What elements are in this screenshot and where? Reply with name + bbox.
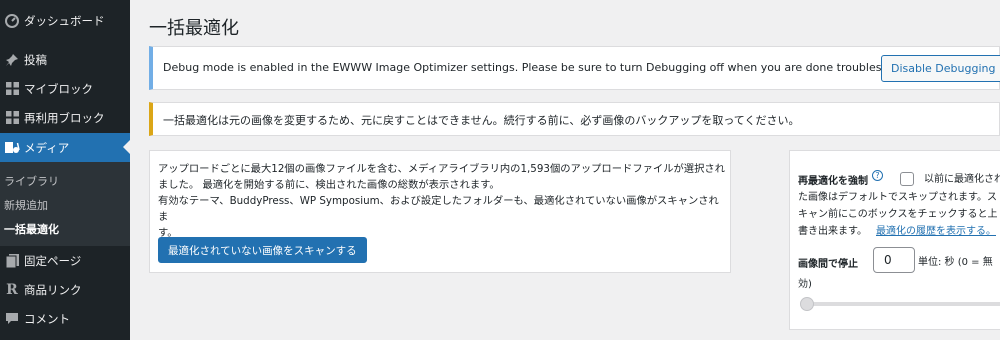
- sidebar-item-label: コメント: [24, 311, 70, 326]
- sidebar-item-label: 固定ページ: [24, 253, 82, 268]
- sidebar-item-label: ダッシュボード: [24, 13, 105, 28]
- scan-card: アップロードごとに最大12個の画像ファイルを含む、メディアライブラリ内の1,59…: [149, 150, 731, 273]
- scan-description-line: アップロードごとに最大12個の画像ファイルを含む、メディアライブラリ内の1,59…: [158, 163, 725, 175]
- debug-notice-text: Debug mode is enabled in the EWWW Image …: [163, 61, 927, 74]
- scan-description-line: 有効なテーマ、BuddyPress、WP Symposium、および設定したフォ…: [158, 195, 719, 223]
- submenu-item-bulk-optimize[interactable]: 一括最適化: [4, 221, 59, 237]
- grid-icon: [0, 82, 24, 95]
- options-panel: 再最適化を強制 ? 以前に最適化され た画像はデフォルトでスキップされます。ス …: [789, 150, 1000, 330]
- active-menu-arrow: [123, 140, 130, 154]
- warning-notice-text: 一括最適化は元の画像を変更するため、元に戻すことはできません。続行する前に、必ず…: [163, 114, 800, 127]
- delay-input[interactable]: 0: [873, 247, 915, 273]
- force-desc: キャン前にこのボックスをチェックすると上: [798, 209, 998, 220]
- delay-label: 画像間で停止: [798, 259, 858, 270]
- admin-sidebar: ダッシュボード 投稿 マイブロック 再利用ブロック メディア ライブラリ 新規追…: [0, 0, 130, 340]
- scan-description: アップロードごとに最大12個の画像ファイルを含む、メディアライブラリ内の1,59…: [158, 161, 726, 241]
- sidebar-item-comments[interactable]: コメント: [0, 304, 130, 333]
- sidebar-item-my-blocks[interactable]: マイブロック: [0, 74, 130, 103]
- delay-unit: 効): [798, 279, 812, 290]
- sidebar-item-label: マイブロック: [24, 81, 93, 96]
- sidebar-item-media[interactable]: メディア: [0, 133, 130, 162]
- dashboard-icon: [0, 13, 24, 28]
- sidebar-item-dashboard[interactable]: ダッシュボード: [0, 6, 130, 35]
- scan-button[interactable]: 最適化されていない画像をスキャンする: [158, 237, 367, 263]
- pin-icon: [0, 53, 24, 67]
- debug-notice: Debug mode is enabled in the EWWW Image …: [149, 46, 1000, 90]
- page-title: 一括最適化: [149, 18, 239, 39]
- comment-icon: [0, 312, 24, 325]
- sidebar-item-posts[interactable]: 投稿: [0, 45, 130, 74]
- submenu-item-add-new[interactable]: 新規追加: [4, 197, 48, 213]
- sidebar-item-label: 投稿: [24, 52, 47, 67]
- force-desc: 以前に最適化され: [924, 174, 1000, 185]
- force-desc: 書き出来ます。: [798, 226, 867, 237]
- grid-icon: [0, 111, 24, 124]
- sidebar-item-product-links[interactable]: R 商品リンク: [0, 275, 130, 304]
- delay-slider-track[interactable]: [802, 302, 1000, 306]
- force-desc: た画像はデフォルトでスキップされます。ス: [798, 192, 997, 203]
- force-reoptimize-checkbox[interactable]: [900, 172, 914, 186]
- help-icon[interactable]: ?: [872, 170, 883, 181]
- r-icon: R: [6, 281, 18, 298]
- sidebar-item-label: 再利用ブロック: [24, 110, 105, 125]
- sidebar-item-reusable-blocks[interactable]: 再利用ブロック: [0, 103, 130, 132]
- delay-unit: 単位: 秒 (0 = 無: [918, 257, 993, 268]
- history-link[interactable]: 最適化の履歴を表示する。: [876, 222, 996, 237]
- sidebar-item-pages[interactable]: 固定ページ: [0, 246, 130, 275]
- disable-debugging-button[interactable]: Disable Debugging: [881, 55, 1000, 82]
- force-reoptimize-label: 再最適化を強制: [798, 176, 868, 187]
- sidebar-item-label: メディア: [24, 140, 70, 155]
- warning-notice: 一括最適化は元の画像を変更するため、元に戻すことはできません。続行する前に、必ず…: [149, 102, 1000, 136]
- media-icon: [0, 141, 24, 155]
- submenu-item-library[interactable]: ライブラリ: [4, 173, 59, 189]
- media-submenu: ライブラリ 新規追加 一括最適化: [0, 162, 130, 246]
- page-icon: [0, 253, 24, 268]
- scan-description-line: ました。 最適化を開始する前に、検出された画像の総数が表示されます。: [158, 179, 500, 191]
- sidebar-item-label: 商品リンク: [24, 282, 82, 297]
- delay-slider-thumb[interactable]: [800, 297, 814, 311]
